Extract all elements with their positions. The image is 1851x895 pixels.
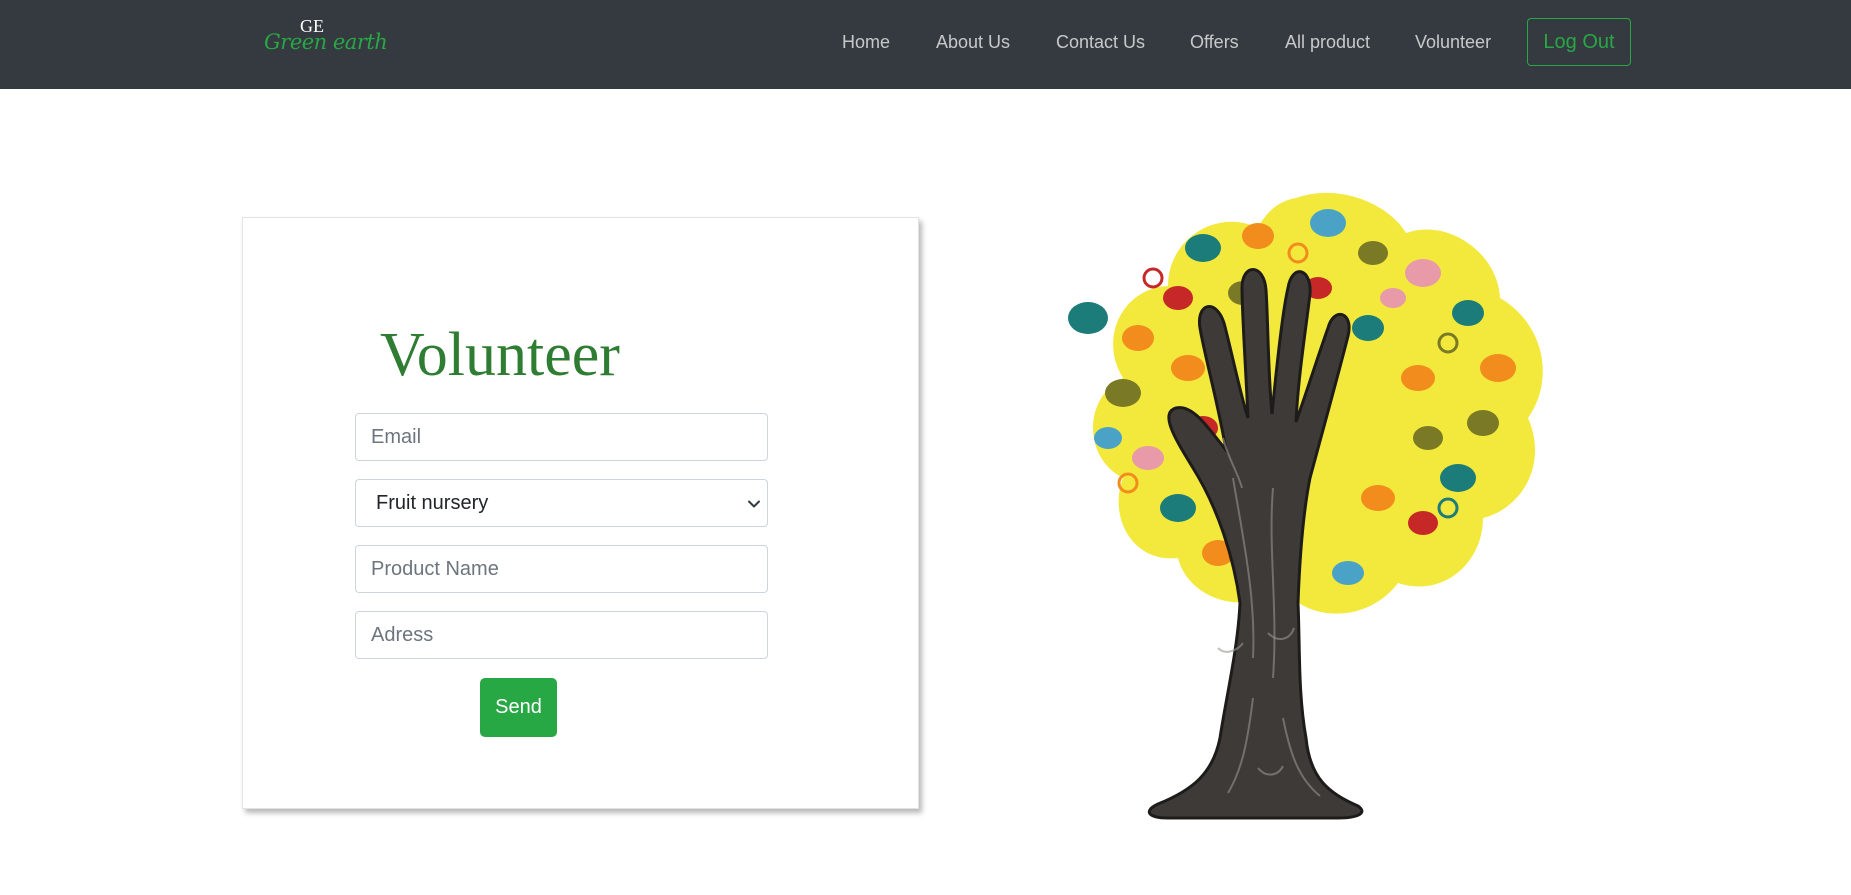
brand-logo[interactable]: GE Green earth (262, 16, 388, 58)
nav-link-offers[interactable]: Offers (1190, 31, 1239, 53)
nav-link-all-product[interactable]: All product (1285, 31, 1370, 53)
address-input[interactable] (355, 611, 768, 659)
product-name-input[interactable] (355, 545, 768, 593)
logout-button[interactable]: Log Out (1527, 18, 1631, 66)
brand-name: Green earth (264, 30, 388, 54)
email-input[interactable] (355, 413, 768, 461)
top-navbar: GE Green earth Home About Us Contact Us … (0, 0, 1851, 89)
form-title: Volunteer (380, 321, 620, 389)
hand-tree-icon (1068, 192, 1543, 820)
send-button[interactable]: Send (480, 678, 557, 737)
nav-link-home[interactable]: Home (842, 31, 890, 53)
nav-link-contact-us[interactable]: Contact Us (1056, 31, 1145, 53)
chevron-down-icon (748, 500, 760, 508)
category-select-value: Fruit nursery (376, 491, 489, 514)
category-select[interactable]: Fruit nursery (355, 479, 768, 527)
nav-link-about-us[interactable]: About Us (936, 31, 1010, 53)
nav-link-volunteer[interactable]: Volunteer (1415, 31, 1491, 53)
